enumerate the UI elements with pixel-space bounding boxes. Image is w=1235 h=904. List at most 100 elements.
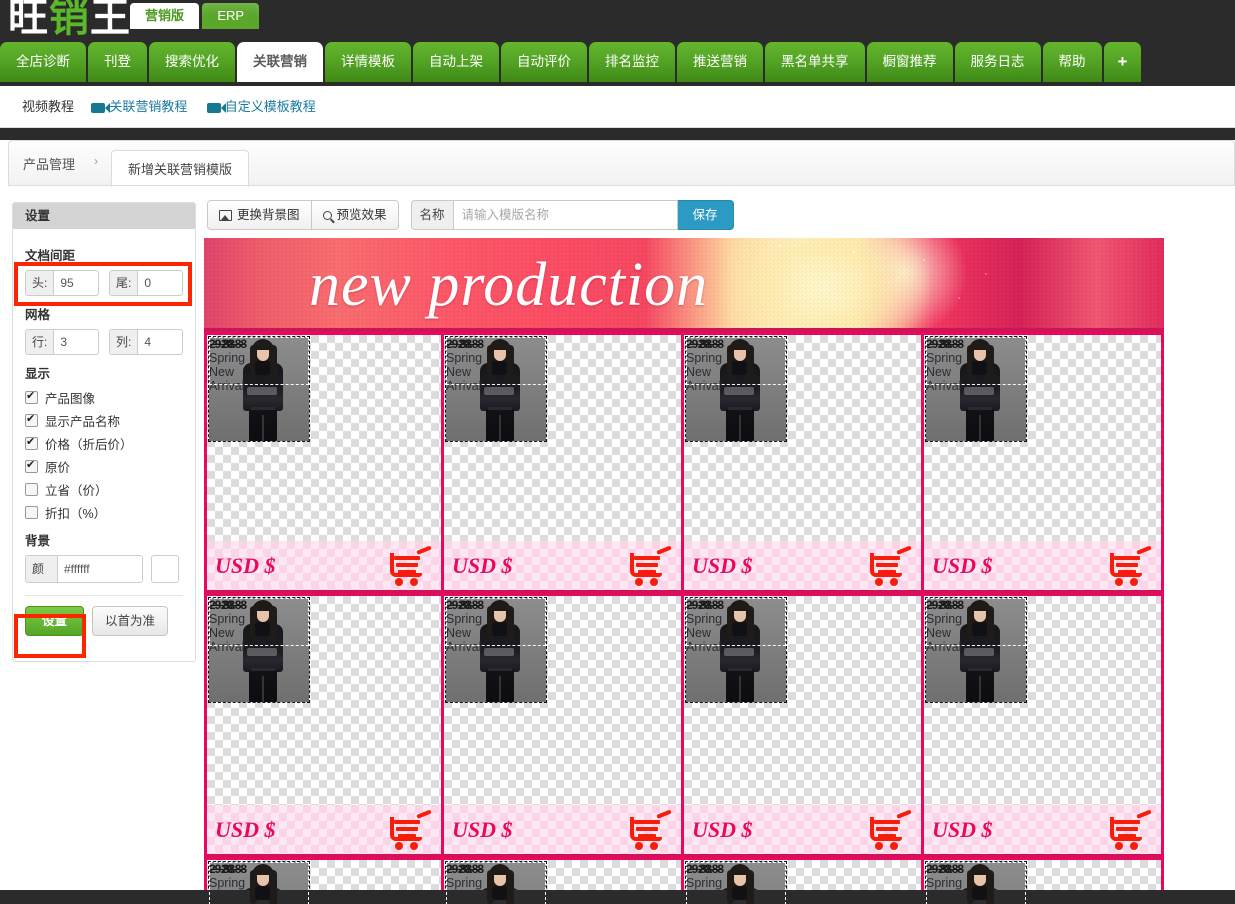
product-cell[interactable]: 29.8820.88SpringNewArrival USD $ — [204, 596, 444, 860]
product-cell[interactable]: 29.8820.88SpringNewArrival USD $ — [684, 596, 924, 860]
apply-settings-button[interactable]: 设置 — [25, 606, 85, 636]
checkbox-product-image[interactable] — [25, 389, 38, 404]
preview-toolbar: 更换背景图 预览效果 名称 保存 — [207, 200, 734, 230]
checkbox-discount-percent[interactable] — [25, 506, 38, 519]
nav-tab-搜索优化[interactable]: 搜索优化 — [149, 42, 235, 82]
page-tab-new-template[interactable]: 新增关联营销模版 — [111, 150, 250, 187]
shopping-cart-icon[interactable] — [867, 545, 915, 586]
nav-tab-自动上架[interactable]: 自动上架 — [413, 42, 499, 82]
tutorial-link-1-label: 关联营销教程 — [109, 99, 188, 114]
nav-tab-自动评价[interactable]: 自动评价 — [501, 42, 587, 82]
use-first-as-base-button[interactable]: 以首为准 — [92, 606, 169, 636]
product-footer: USD $ — [444, 541, 681, 593]
product-name-line-3: Arrival — [209, 379, 245, 393]
grid-rows-input[interactable] — [54, 330, 98, 354]
tutorial-link-related-marketing[interactable]: 关联营销教程 — [91, 99, 187, 114]
breadcrumb-root[interactable]: 产品管理 — [23, 154, 75, 173]
product-name-line-1: Spring — [209, 612, 246, 626]
product-original-price: 29.8820.88 — [926, 598, 964, 612]
nav-tab-橱窗推荐[interactable]: 橱窗推荐 — [866, 42, 953, 82]
picture-icon — [219, 209, 232, 221]
nav-tab-add-icon[interactable]: + — [1103, 42, 1142, 82]
product-original-price: 29.8820.88 — [446, 337, 484, 351]
version-tab-marketing[interactable]: 营销版 — [130, 3, 200, 29]
section-title-display: 显示 — [25, 367, 51, 381]
product-text-overlay: 29.8820.88SpringNewArrival — [209, 337, 267, 393]
nav-tab-详情模板[interactable]: 详情模板 — [325, 42, 411, 82]
spacing-tail-group[interactable]: 尾: — [109, 270, 183, 296]
version-tab-erp[interactable]: ERP — [202, 3, 260, 29]
settings-divider — [25, 595, 183, 596]
spacing-head-group[interactable]: 头: — [25, 270, 99, 296]
template-name-input[interactable] — [452, 200, 678, 230]
spacing-tail-input[interactable] — [138, 271, 182, 295]
product-name-line-1: Spring — [446, 876, 483, 890]
background-color-label: 颜色: — [26, 556, 58, 582]
product-cell[interactable]: 29.8820.88SpringNewArrival USD $ — [204, 332, 444, 596]
checkbox-discount-price[interactable] — [25, 435, 38, 450]
product-cell[interactable]: 29.8820.88SpringNewArrival USD $ — [444, 332, 684, 596]
template-preview-canvas[interactable]: new production 29.8820.88 Spring New Arriva… — [204, 238, 1164, 904]
shopping-cart-icon[interactable] — [387, 809, 435, 850]
shopping-cart-icon[interactable] — [867, 809, 915, 850]
product-name-line-3: Arrival — [686, 379, 722, 393]
checkbox-row-original-price[interactable]: 原价 — [25, 457, 183, 476]
nav-tab-服务日志[interactable]: 服务日志 — [954, 42, 1041, 82]
grid-rows-group[interactable]: 行: — [25, 329, 99, 355]
background-color-swatch[interactable] — [151, 555, 179, 583]
checkbox-row-discount-price[interactable]: 价格（折后价） — [25, 434, 183, 453]
product-name-line-2: New — [446, 626, 472, 640]
grid-cols-group[interactable]: 列: — [109, 329, 183, 355]
product-currency: USD $ — [215, 553, 276, 578]
checkbox-row-savings[interactable]: 立省（价） — [25, 480, 183, 499]
grid-cols-input[interactable] — [138, 330, 182, 354]
product-cell[interactable]: 29.8820.88SpringNewArrival USD $ — [684, 332, 924, 596]
product-cell[interactable]: 29.8820.88SpringNewArrival USD $ — [924, 596, 1164, 860]
preview-label: 预览效果 — [336, 208, 387, 222]
product-cell[interactable]: 29.8820.88SpringNewArrival USD $ — [924, 332, 1164, 596]
section-title-grid: 网格 — [25, 308, 51, 322]
checkbox-row-product-image[interactable]: 产品图像 — [25, 388, 183, 407]
tutorial-link-custom-template[interactable]: 自定义模板教程 — [206, 99, 316, 114]
checkbox-label-savings: 立省（价） — [45, 484, 108, 498]
nav-tab-推送营销[interactable]: 推送营销 — [677, 42, 763, 82]
background-color-group[interactable]: 颜色: — [25, 555, 143, 583]
product-name-line-1: Spring — [446, 612, 483, 626]
shopping-cart-icon[interactable] — [627, 545, 675, 586]
nav-tab-黑名单共享[interactable]: 黑名单共享 — [765, 42, 865, 82]
nav-tab-刊登[interactable]: 刊登 — [88, 42, 147, 82]
product-text-overlay: 29.8820.88SpringNewArrival — [686, 862, 744, 904]
nav-tab-关联营销[interactable]: 关联营销 — [237, 42, 323, 82]
banner-image[interactable]: new production — [204, 238, 1164, 332]
preview-button[interactable]: 预览效果 — [311, 200, 399, 230]
checkbox-original-price[interactable] — [25, 458, 38, 473]
nav-tab-全店诊断[interactable]: 全店诊断 — [0, 42, 86, 82]
product-footer: USD $ — [684, 805, 921, 857]
shopping-cart-icon[interactable] — [1107, 809, 1155, 850]
nav-tab-帮助[interactable]: 帮助 — [1042, 42, 1102, 82]
checkbox-label-discount-price: 价格（折后价） — [45, 438, 133, 452]
product-cell[interactable]: 29.8820.88SpringNewArrival USD $ — [444, 596, 684, 860]
nav-tab-排名监控[interactable]: 排名监控 — [589, 42, 675, 82]
checkbox-savings[interactable] — [25, 483, 38, 496]
shopping-cart-icon[interactable] — [1107, 545, 1155, 586]
checkbox-row-product-name[interactable]: 显示产品名称 — [25, 411, 183, 430]
product-name-line-3: Arrival — [926, 640, 962, 654]
checkbox-product-name[interactable] — [25, 412, 38, 427]
product-name-line-3: Arrival — [686, 640, 722, 654]
main-nav-tabs: 全店诊断 刊登 搜索优化 关联营销 详情模板 自动上架 自动评价 排名监控 推送营销 黑名单共享橱… — [0, 42, 1143, 86]
checkbox-label-product-image: 产品图像 — [45, 392, 96, 406]
save-button[interactable]: 保存 — [677, 200, 734, 230]
grid-rows-label: 行: — [26, 330, 55, 354]
product-name-line-2: New — [446, 365, 472, 379]
product-grid: 29.8820.88 Spring New Arrival USD $29.8820.8… — [204, 332, 1164, 904]
product-original-price: 29.8820.88 — [209, 337, 247, 351]
shopping-cart-icon[interactable] — [387, 545, 435, 586]
spacing-head-input[interactable] — [54, 271, 98, 295]
tutorial-link-2-label: 自定义模板教程 — [224, 99, 316, 114]
change-background-button[interactable]: 更换背景图 — [207, 200, 312, 230]
background-color-input[interactable] — [57, 556, 142, 582]
spacing-fields: 头: 尾: — [25, 270, 183, 296]
checkbox-row-discount-percent[interactable]: 折扣（%） — [25, 503, 183, 522]
shopping-cart-icon[interactable] — [627, 809, 675, 850]
